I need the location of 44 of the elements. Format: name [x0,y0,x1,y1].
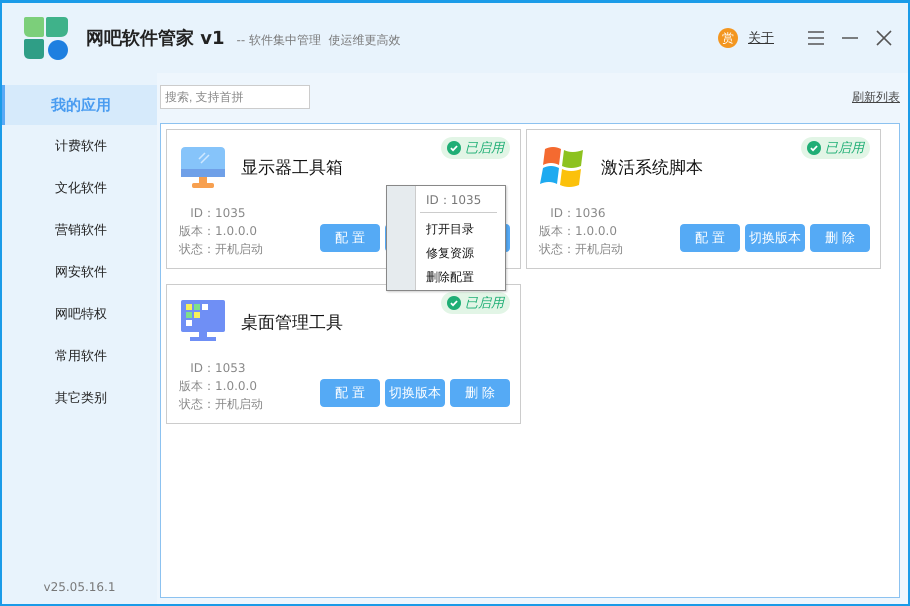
info-value: 1.0.0.0 [215,223,258,240]
sidebar-item[interactable]: 营销软件 [2,209,157,251]
app-name: 显示器工具箱 [241,156,343,178]
menu-icon[interactable] [808,30,824,46]
status-badge: 已启用 [441,292,510,314]
window-title: 网吧软件管家 v1 [86,27,225,50]
info-value: 开机启动 [215,241,263,258]
info-label: 版本： [539,223,575,240]
info-value: 1035 [215,205,247,222]
sidebar-item[interactable]: 网安软件 [2,251,157,293]
info-value: 1.0.0.0 [215,378,258,395]
sidebar-item[interactable]: 其它类别 [2,377,157,419]
sidebar-item[interactable]: 文化软件 [2,167,157,209]
app-name: 激活系统脚本 [601,156,703,178]
app-logo [22,15,70,61]
info-value: 1.0.0.0 [575,223,618,240]
app-name: 桌面管理工具 [241,312,343,334]
search-field[interactable]: 搜索, 支持首拼 [160,85,310,109]
info-label: 版本： [179,223,215,240]
version-label: v25.05.16.1 [42,580,116,594]
sidebar-item[interactable]: 网吧特权 [2,293,157,335]
info-value: 1036 [575,205,607,222]
info-label: ID： [189,205,215,222]
info-label: 状态： [179,396,215,413]
window-subtitle: -- 软件集中管理 使运维更高效 [236,32,401,48]
info-label: ID： [549,205,575,222]
menu-header: ID：1035 [425,192,482,209]
menu-item[interactable]: 修复资源 [420,241,501,265]
menu-item[interactable]: 打开目录 [420,217,501,241]
info-value: 开机启动 [215,396,263,413]
about-link[interactable]: 关于 [748,29,774,47]
info-label: 状态： [179,241,215,258]
sidebar-item[interactable]: 计费软件 [2,125,157,167]
status-badge: 已启用 [801,137,870,159]
refresh-link[interactable]: 刷新列表 [852,88,900,106]
info-value: 1053 [215,360,247,377]
info-value: 开机启动 [575,241,623,258]
info-label: 版本： [179,378,215,395]
info-label: ID： [189,360,215,377]
close-icon[interactable] [876,30,892,46]
info-label: 状态： [539,241,575,258]
sidebar-item[interactable]: 常用软件 [2,335,157,377]
status-badge: 已启用 [441,137,510,159]
menu-item[interactable]: 删除配置 [420,265,501,289]
